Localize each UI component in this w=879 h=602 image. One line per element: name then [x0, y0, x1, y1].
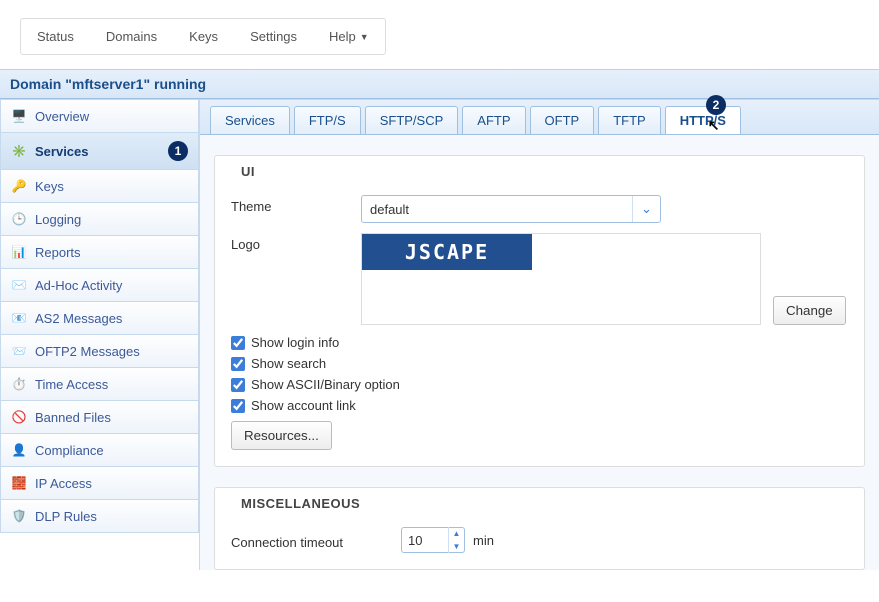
- sidebar-item-label: OFTP2 Messages: [35, 344, 140, 359]
- marker-2-icon: 2: [706, 95, 726, 115]
- checkbox-account[interactable]: [231, 399, 245, 413]
- theme-label: Theme: [231, 195, 361, 214]
- tab-https[interactable]: 2 HTTP/S ↖: [665, 106, 741, 134]
- sidebar-item-logging[interactable]: 🕒 Logging: [0, 203, 199, 236]
- sidebar-item-compliance[interactable]: 👤 Compliance: [0, 434, 199, 467]
- adhoc-icon: ✉️: [11, 277, 27, 293]
- sidebar-item-label: Overview: [35, 109, 89, 124]
- sidebar-item-label: Time Access: [35, 377, 108, 392]
- conn-timeout-input[interactable]: 10 ▲▼: [401, 527, 465, 553]
- topnav-status[interactable]: Status: [21, 19, 90, 54]
- tab-sftpscp[interactable]: SFTP/SCP: [365, 106, 459, 134]
- checkbox-search[interactable]: [231, 357, 245, 371]
- sidebar-item-as2[interactable]: 📧 AS2 Messages: [0, 302, 199, 335]
- reports-icon: 📊: [11, 244, 27, 260]
- chevron-down-icon: ▼: [360, 32, 369, 42]
- sidebar-item-time[interactable]: ⏱️ Time Access: [0, 368, 199, 401]
- chevron-down-icon: ⌄: [632, 196, 660, 222]
- compliance-icon: 👤: [11, 442, 27, 458]
- checkbox-login-info-label: Show login info: [251, 335, 339, 350]
- sidebar-item-banned[interactable]: 🚫 Banned Files: [0, 401, 199, 434]
- conn-timeout-label: Connection timeout: [231, 531, 401, 550]
- tab-oftp[interactable]: OFTP: [530, 106, 595, 134]
- banned-icon: 🚫: [11, 409, 27, 425]
- sidebar-item-label: Compliance: [35, 443, 104, 458]
- checkbox-ascii-label: Show ASCII/Binary option: [251, 377, 400, 392]
- sidebar-item-dlp[interactable]: 🛡️ DLP Rules: [0, 500, 199, 533]
- sidebar-item-services[interactable]: ✳️ Services 1: [0, 133, 199, 170]
- ip-icon: 🧱: [11, 475, 27, 491]
- topnav-keys[interactable]: Keys: [173, 19, 234, 54]
- tab-aftp[interactable]: AFTP: [462, 106, 525, 134]
- sidebar-item-label: Keys: [35, 179, 64, 194]
- misc-panel: MISCELLANEOUS Connection timeout 10 ▲▼ m…: [214, 487, 865, 570]
- sidebar-item-label: Logging: [35, 212, 81, 227]
- sidebar-item-keys[interactable]: 🔑 Keys: [0, 170, 199, 203]
- tab-ftps[interactable]: FTP/S: [294, 106, 361, 134]
- shield-icon: 🛡️: [11, 508, 27, 524]
- conn-timeout-value: 10: [402, 533, 448, 548]
- marker-1-icon: 1: [168, 141, 188, 161]
- sidebar-item-label: Banned Files: [35, 410, 111, 425]
- theme-select[interactable]: default ⌄: [361, 195, 661, 223]
- checkbox-search-label: Show search: [251, 356, 326, 371]
- sidebar-item-reports[interactable]: 📊 Reports: [0, 236, 199, 269]
- tab-services[interactable]: Services: [210, 106, 290, 134]
- keys-icon: 🔑: [11, 178, 27, 194]
- logo-preview: JSCAPE: [361, 233, 761, 325]
- sidebar-item-label: Reports: [35, 245, 81, 260]
- sidebar-item-oftp2[interactable]: 📨 OFTP2 Messages: [0, 335, 199, 368]
- conn-timeout-unit: min: [473, 533, 494, 548]
- theme-select-value: default: [362, 202, 632, 217]
- tab-https-label: HTTP/S: [680, 113, 726, 128]
- misc-section-title: MISCELLANEOUS: [231, 488, 848, 523]
- sidebar-item-label: IP Access: [35, 476, 92, 491]
- time-icon: ⏱️: [11, 376, 27, 392]
- tab-tftp[interactable]: TFTP: [598, 106, 661, 134]
- sidebar-item-overview[interactable]: 🖥️ Overview: [0, 99, 199, 133]
- oftp2-icon: 📨: [11, 343, 27, 359]
- overview-icon: 🖥️: [11, 108, 27, 124]
- ui-panel: UI Theme default ⌄ Logo JSCAPE Change: [214, 155, 865, 467]
- checkbox-ascii[interactable]: [231, 378, 245, 392]
- logo-image: JSCAPE: [362, 234, 532, 270]
- topnav-help-label: Help: [329, 29, 356, 44]
- top-nav: Status Domains Keys Settings Help ▼: [20, 18, 386, 55]
- topnav-settings[interactable]: Settings: [234, 19, 313, 54]
- topnav-help[interactable]: Help ▼: [313, 19, 385, 54]
- sidebar-item-label: AS2 Messages: [35, 311, 122, 326]
- sidebar-item-label: Ad-Hoc Activity: [35, 278, 122, 293]
- spinner-icon[interactable]: ▲▼: [448, 527, 464, 553]
- ui-section-title: UI: [231, 156, 848, 191]
- logging-icon: 🕒: [11, 211, 27, 227]
- sidebar-item-ipaccess[interactable]: 🧱 IP Access: [0, 467, 199, 500]
- top-bar: Status Domains Keys Settings Help ▼: [0, 0, 879, 69]
- checkbox-login-info[interactable]: [231, 336, 245, 350]
- resources-button[interactable]: Resources...: [231, 421, 332, 450]
- sidebar-item-label: Services: [35, 144, 89, 159]
- content-area: Services FTP/S SFTP/SCP AFTP OFTP TFTP 2…: [200, 99, 879, 570]
- logo-label: Logo: [231, 233, 361, 252]
- as2-icon: 📧: [11, 310, 27, 326]
- services-icon: ✳️: [11, 143, 27, 159]
- sidebar: 🖥️ Overview ✳️ Services 1 🔑 Keys 🕒 Logging 📊 R…: [0, 99, 200, 570]
- sidebar-item-adhoc[interactable]: ✉️ Ad-Hoc Activity: [0, 269, 199, 302]
- checkbox-account-label: Show account link: [251, 398, 356, 413]
- topnav-domains[interactable]: Domains: [90, 19, 173, 54]
- tab-bar: Services FTP/S SFTP/SCP AFTP OFTP TFTP 2…: [200, 100, 879, 135]
- sidebar-item-label: DLP Rules: [35, 509, 97, 524]
- status-bar: Domain "mftserver1" running: [0, 69, 879, 99]
- change-button[interactable]: Change: [773, 296, 846, 325]
